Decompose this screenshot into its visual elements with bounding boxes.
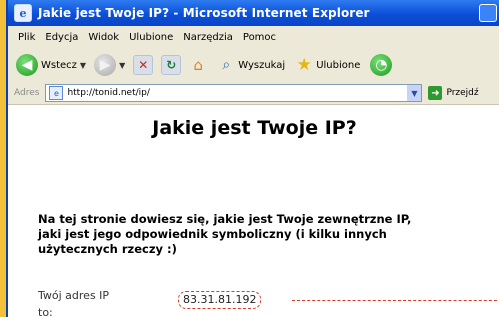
chevron-down-icon[interactable]: ▼ xyxy=(407,85,422,101)
address-input[interactable]: e http://tonid.net/ip/ ▼ xyxy=(45,84,423,102)
intro-line: Na tej stronie dowiesz się, jakie jest T… xyxy=(38,212,412,226)
page-icon: e xyxy=(49,86,64,100)
address-url[interactable]: http://tonid.net/ip/ xyxy=(67,88,149,98)
go-arrow-icon[interactable]: ➜ xyxy=(428,86,443,100)
stop-icon[interactable]: ✕ xyxy=(133,55,154,75)
search-icon[interactable]: ⌕ xyxy=(217,56,235,74)
browser-window: e Jakie jest Twoje IP? - Microsoft Inter… xyxy=(6,0,499,317)
ip-label: Twój adres IP to: xyxy=(38,286,138,317)
menu-view[interactable]: Widok xyxy=(88,32,119,43)
title-bar: e Jakie jest Twoje IP? - Microsoft Inter… xyxy=(8,0,499,26)
ip-address-value: 83.31.81.192 xyxy=(178,291,262,309)
ie-logo-icon: e xyxy=(14,4,32,22)
ip-label-line: Twój adres IP xyxy=(38,289,110,302)
back-arrow-icon[interactable]: ◀ xyxy=(16,54,38,76)
ip-label-line: to: xyxy=(38,306,53,317)
forward-dropdown-icon[interactable]: ▼ xyxy=(119,61,125,70)
back-dropdown-icon[interactable]: ▼ xyxy=(80,61,86,70)
page-heading: Jakie jest Twoje IP? xyxy=(152,117,357,139)
menu-tools[interactable]: Narzędzia xyxy=(183,32,233,43)
address-bar: Adres e http://tonid.net/ip/ ▼ ➜ Przejdź xyxy=(8,82,499,105)
intro-text: Na tej stronie dowiesz się, jakie jest T… xyxy=(38,212,499,257)
forward-arrow-icon[interactable]: ▶ xyxy=(94,54,117,76)
address-label: Adres xyxy=(14,88,40,98)
menu-help[interactable]: Pomoc xyxy=(243,32,276,43)
menu-favorites[interactable]: Ulubione xyxy=(129,32,173,43)
back-button-label[interactable]: Wstecz xyxy=(41,60,77,71)
annotation-dashed-line xyxy=(292,300,499,301)
refresh-icon[interactable]: ↻ xyxy=(161,55,182,75)
search-button-label[interactable]: Wyszukaj xyxy=(238,60,285,71)
go-button[interactable]: ➜ Przejdź xyxy=(428,86,479,100)
intro-line: jaki jest jego odpowiednik symboliczny (… xyxy=(38,227,387,241)
toolbar: ◀ Wstecz ▼ ▶ ▼ ✕ ↻ ⌂ ⌕ Wyszukaj ★ Ulubio… xyxy=(8,48,499,83)
favorites-button-label[interactable]: Ulubione xyxy=(316,60,360,71)
menu-bar: Plik Edycja Widok Ulubione Narzędzia Pom… xyxy=(8,26,499,49)
menu-edit[interactable]: Edycja xyxy=(45,32,78,43)
window-title: Jakie jest Twoje IP? - Microsoft Interne… xyxy=(38,6,370,20)
menu-file[interactable]: Plik xyxy=(18,32,35,43)
window-control-button[interactable] xyxy=(479,4,497,22)
history-icon[interactable]: ◔ xyxy=(370,54,393,76)
intro-line: użytecznych rzeczy :) xyxy=(38,242,177,256)
favorites-star-icon[interactable]: ★ xyxy=(295,55,313,75)
go-button-label[interactable]: Przejdź xyxy=(446,88,478,98)
home-icon[interactable]: ⌂ xyxy=(189,56,207,74)
